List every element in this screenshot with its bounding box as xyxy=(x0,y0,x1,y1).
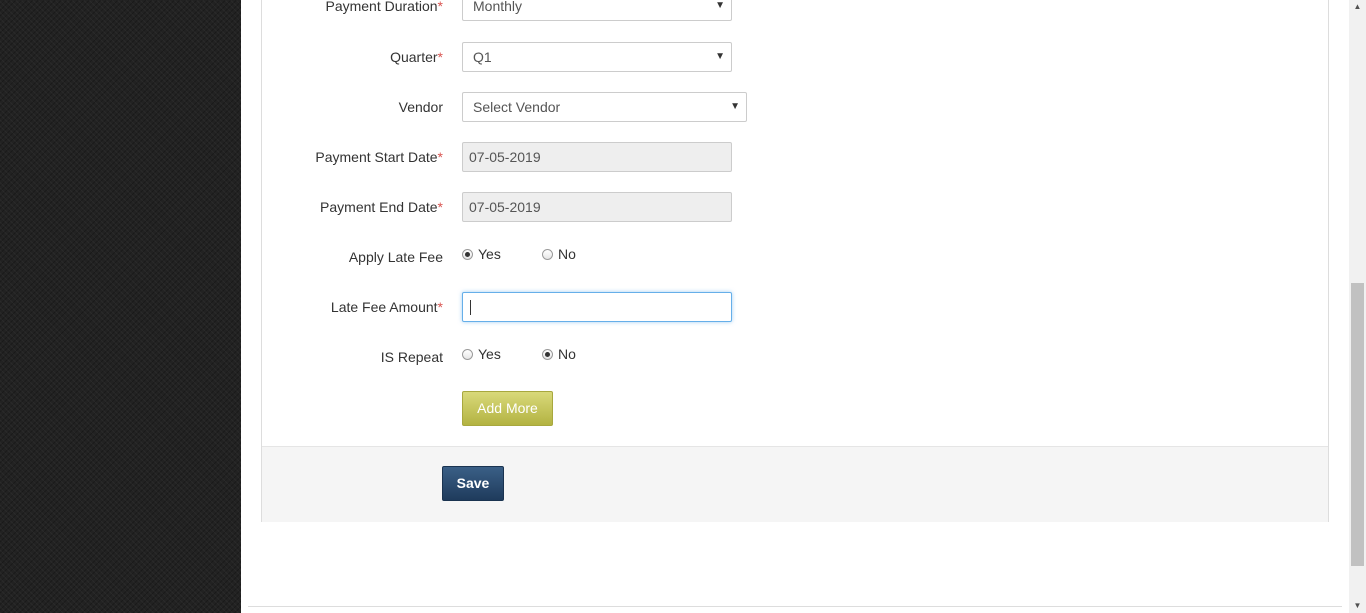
save-button[interactable]: Save xyxy=(442,466,504,501)
payment-end-date-row: Payment End Date* 07-05-2019 xyxy=(262,192,1328,222)
payment-duration-select[interactable]: Monthly ▼ xyxy=(462,0,732,21)
apply-late-fee-row: Apply Late Fee Yes No xyxy=(262,242,1328,272)
payment-duration-row: Payment Duration* Monthly ▼ xyxy=(262,0,1328,21)
apply-late-fee-no-label: No xyxy=(558,246,576,262)
form-panel: Payment Duration* Monthly ▼ Quarter* Q1 … xyxy=(261,0,1329,522)
apply-late-fee-yes-option[interactable]: Yes xyxy=(462,239,501,269)
quarter-label: Quarter* xyxy=(390,49,443,65)
is-repeat-no-label: No xyxy=(558,346,576,362)
apply-late-fee-no-option[interactable]: No xyxy=(542,239,576,269)
scroll-thumb[interactable] xyxy=(1351,283,1364,566)
is-repeat-yes-option[interactable]: Yes xyxy=(462,339,501,369)
chevron-down-icon: ▼ xyxy=(715,51,725,62)
chevron-down-icon: ▼ xyxy=(715,0,725,11)
form-footer: Save xyxy=(262,446,1328,522)
payment-end-date-label: Payment End Date* xyxy=(320,199,443,215)
scroll-down-icon[interactable]: ▼ xyxy=(1349,599,1366,613)
apply-late-fee-label: Apply Late Fee xyxy=(348,249,443,265)
vendor-label: Vendor xyxy=(398,99,443,115)
add-more-button[interactable]: Add More xyxy=(462,391,553,426)
late-fee-amount-row: Late Fee Amount* xyxy=(262,292,1328,322)
payment-end-date-value: 07-05-2019 xyxy=(469,199,541,215)
scroll-up-icon[interactable]: ▲ xyxy=(1349,0,1366,14)
payment-end-date-field[interactable]: 07-05-2019 xyxy=(462,192,732,222)
apply-late-fee-no-radio[interactable] xyxy=(542,248,553,260)
payment-start-date-label: Payment Start Date* xyxy=(315,149,443,165)
apply-late-fee-yes-radio[interactable] xyxy=(462,248,473,260)
is-repeat-label: IS Repeat xyxy=(380,349,443,365)
is-repeat-yes-label: Yes xyxy=(478,346,501,362)
vendor-select[interactable]: Select Vendor ▼ xyxy=(462,92,747,122)
vendor-value: Select Vendor xyxy=(473,99,561,115)
required-mark: * xyxy=(437,299,443,315)
required-mark: * xyxy=(437,0,443,14)
page-divider xyxy=(248,606,1342,607)
payment-duration-label: Payment Duration* xyxy=(325,0,443,14)
is-repeat-no-option[interactable]: No xyxy=(542,339,576,369)
late-fee-amount-input[interactable] xyxy=(462,292,732,322)
is-repeat-yes-radio[interactable] xyxy=(462,348,473,360)
vendor-row: Vendor Select Vendor ▼ xyxy=(262,92,1328,122)
quarter-value: Q1 xyxy=(473,49,492,65)
required-mark: * xyxy=(437,49,443,65)
late-fee-amount-label: Late Fee Amount* xyxy=(330,299,443,315)
required-mark: * xyxy=(437,199,443,215)
quarter-select[interactable]: Q1 ▼ xyxy=(462,42,732,72)
required-mark: * xyxy=(437,149,443,165)
left-background xyxy=(0,0,241,613)
apply-late-fee-yes-label: Yes xyxy=(478,246,501,262)
quarter-row: Quarter* Q1 ▼ xyxy=(262,42,1328,72)
text-caret xyxy=(470,300,471,315)
payment-start-date-field[interactable]: 07-05-2019 xyxy=(462,142,732,172)
vertical-scrollbar[interactable]: ▲ ▼ xyxy=(1349,0,1366,613)
is-repeat-row: IS Repeat Yes No xyxy=(262,342,1328,372)
chevron-down-icon: ▼ xyxy=(730,101,740,112)
payment-start-date-row: Payment Start Date* 07-05-2019 xyxy=(262,142,1328,172)
payment-start-date-value: 07-05-2019 xyxy=(469,149,541,165)
is-repeat-no-radio[interactable] xyxy=(542,348,553,360)
payment-duration-value: Monthly xyxy=(473,0,523,14)
